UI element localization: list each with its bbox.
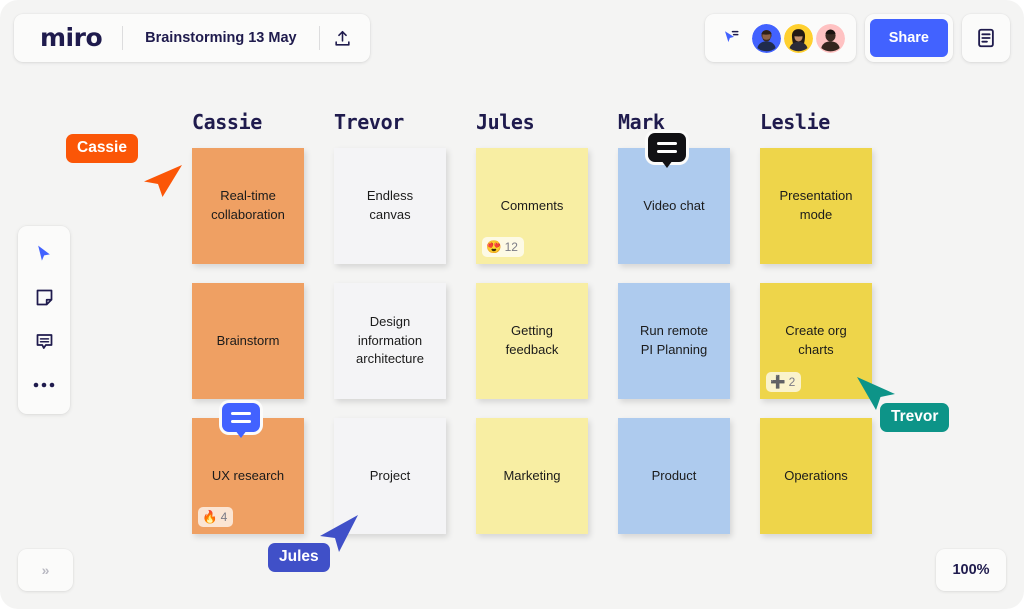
comment-line (657, 142, 677, 145)
more-tools-button[interactable] (28, 370, 60, 400)
expand-panel-button[interactable]: » (18, 549, 73, 591)
comment-bubble-badge[interactable] (222, 403, 260, 432)
board-column: CassieReal-time collaborationBrainstormU… (192, 110, 304, 144)
sticky-note[interactable]: Comments 😍12 (476, 148, 588, 264)
sticky-note-text: Presentation mode (773, 187, 860, 225)
sticky-note-text: Create org charts (778, 322, 853, 360)
reaction-badge[interactable]: 😍12 (482, 237, 524, 257)
column-header: Leslie (760, 110, 872, 144)
select-tool-button[interactable] (28, 238, 60, 268)
comment-tool-button[interactable] (28, 326, 60, 356)
comment-bubble-badge[interactable] (648, 133, 686, 162)
sticky-note[interactable]: Getting feedback (476, 283, 588, 399)
comment-line (231, 412, 251, 415)
sticky-note[interactable]: Presentation mode (760, 148, 872, 264)
sticky-note-text: UX research (205, 467, 291, 486)
sticky-note-text: Video chat (636, 197, 711, 216)
board-header-bar: miro Brainstorming 13 May (14, 14, 370, 62)
collaborator-cursor-trevor: Trevor (880, 403, 949, 432)
sticky-note-text: Comments (494, 197, 571, 216)
reaction-emoji: 😍 (486, 241, 502, 254)
column-header: Cassie (192, 110, 304, 144)
cursor-chase-icon (722, 29, 740, 47)
top-right-controls: Share (705, 14, 1010, 62)
reaction-count: 12 (505, 240, 518, 254)
sticky-note-tool-button[interactable] (28, 282, 60, 312)
document-notes-icon (975, 27, 997, 49)
collaborator-cursor-arrow-cassie (142, 163, 184, 201)
collaborators-panel (705, 14, 856, 62)
column-header: Jules (476, 110, 588, 144)
avatar-group (752, 24, 845, 53)
avatar[interactable] (784, 24, 813, 53)
avatar-image (752, 24, 781, 53)
sticky-note-text: Brainstorm (210, 332, 287, 351)
reaction-count: 4 (221, 510, 228, 524)
sticky-note[interactable]: UX research 🔥4 (192, 418, 304, 534)
comment-line (657, 150, 677, 153)
reaction-badge[interactable]: 🔥4 (198, 507, 233, 527)
ellipsis-icon (33, 381, 55, 389)
comment-bubble-tail (235, 430, 247, 438)
sticky-note-text: Project (363, 467, 417, 486)
board-column: TrevorEndless canvasDesign information a… (334, 110, 446, 144)
share-button[interactable]: Share (870, 19, 948, 57)
sticky-note-text: Real-time collaboration (204, 187, 292, 225)
board-notes-button[interactable] (962, 14, 1010, 62)
sticky-note[interactable]: Marketing (476, 418, 588, 534)
sticky-note-text: Design information architecture (349, 313, 431, 370)
upload-icon (333, 29, 352, 48)
cursor-arrow-icon (34, 243, 54, 264)
sticky-note-text: Operations (777, 467, 855, 486)
avatar[interactable] (752, 24, 781, 53)
avatar[interactable] (816, 24, 845, 53)
sticky-note-text: Marketing (496, 467, 567, 486)
sticky-note[interactable]: Real-time collaboration (192, 148, 304, 264)
sticky-note[interactable]: Run remote PI Planning (618, 283, 730, 399)
reaction-count: 2 (789, 375, 796, 389)
reaction-badge[interactable]: ➕2 (766, 372, 801, 392)
board-column: JulesComments😍12Getting feedbackMarketin… (476, 110, 588, 144)
collaborator-cursor-jules: Jules (268, 543, 330, 572)
sticky-note[interactable]: Brainstorm (192, 283, 304, 399)
sticky-note-text: Endless canvas (360, 187, 420, 225)
sticky-note-text: Product (645, 467, 704, 486)
sticky-note[interactable]: Product (618, 418, 730, 534)
sticky-note[interactable]: Operations (760, 418, 872, 534)
reaction-emoji: ➕ (770, 376, 786, 389)
miro-board-app: miro Brainstorming 13 May (0, 0, 1024, 609)
upload-button[interactable] (320, 18, 366, 58)
sticky-note[interactable]: Endless canvas (334, 148, 446, 264)
sticky-note[interactable]: Video chat (618, 148, 730, 264)
comment-line (231, 420, 251, 423)
left-toolbar (18, 226, 70, 414)
sticky-note-text: Run remote PI Planning (633, 322, 715, 360)
column-header: Trevor (334, 110, 446, 144)
board-title[interactable]: Brainstorming 13 May (123, 30, 319, 46)
sticky-note[interactable]: Design information architecture (334, 283, 446, 399)
board-column: LesliePresentation modeCreate org charts… (760, 110, 872, 144)
comment-bubble-icon (34, 331, 55, 352)
avatar-image (784, 24, 813, 53)
reaction-emoji: 🔥 (202, 511, 218, 524)
sticky-note-text: Getting feedback (499, 322, 566, 360)
share-panel: Share (865, 14, 953, 62)
miro-logo[interactable]: miro (18, 25, 122, 50)
sticky-note-icon (34, 287, 55, 308)
collaborator-cursor-cassie: Cassie (66, 134, 138, 163)
avatar-image (816, 24, 845, 53)
follow-cursor-button[interactable] (717, 24, 745, 52)
comment-bubble-tail (661, 160, 673, 168)
zoom-level-indicator[interactable]: 100% (936, 549, 1006, 591)
board-column: MarkVideo chatRun remote PI PlanningProd… (618, 110, 730, 144)
